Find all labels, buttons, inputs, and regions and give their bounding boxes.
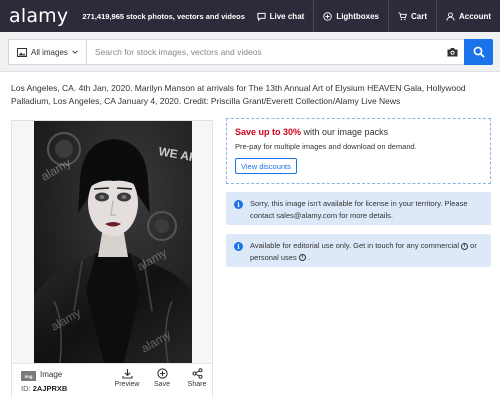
image-panel: WE ARE alamy alamy alamy alamy img Image… — [11, 120, 213, 397]
cart-label: Cart — [410, 11, 427, 21]
territory-notice: i Sorry, this image isn't available for … — [226, 192, 491, 225]
account-label: Account — [459, 11, 491, 21]
plus-circle-icon — [156, 368, 168, 379]
category-label: All images — [31, 47, 68, 57]
editorial-text-3: . — [305, 252, 310, 262]
info-icon: i — [234, 242, 243, 251]
share-icon — [192, 368, 202, 379]
alamy-logo[interactable]: alamy — [9, 5, 68, 27]
search-input[interactable] — [86, 40, 440, 64]
stock-count-tagline: 271,419,965 stock photos, vectors and vi… — [82, 11, 245, 21]
image-type-label: Image — [40, 370, 63, 379]
cart-link[interactable]: Cart — [387, 0, 436, 32]
account-link[interactable]: Account — [436, 0, 500, 32]
search-box: All images — [8, 39, 464, 65]
editorial-notice: i Available for editorial use only. Get … — [226, 234, 491, 267]
plus-circle-icon — [323, 11, 333, 21]
camera-icon — [447, 48, 457, 57]
image-footer: img Image ID: 2AJPRXB Preview Save Share — [12, 363, 212, 397]
save-label: Save — [154, 381, 170, 388]
image-icon — [17, 47, 27, 57]
image-id: ID: 2AJPRXB — [21, 384, 67, 393]
category-select[interactable]: All images — [9, 40, 87, 64]
download-icon — [121, 369, 133, 379]
nav-links: Live chat Lightboxes Cart Account — [248, 0, 500, 32]
cart-icon — [398, 11, 407, 20]
share-button[interactable]: Share — [182, 368, 212, 388]
image-id-value: 2AJPRXB — [32, 384, 68, 393]
info-icon: i — [234, 200, 243, 209]
chat-icon — [257, 12, 266, 21]
stock-photo[interactable]: WE ARE alamy alamy alamy alamy — [34, 121, 192, 363]
image-type-badge: img — [21, 371, 36, 381]
promo-subtitle: Pre-pay for multiple images and download… — [235, 142, 417, 151]
share-label: Share — [187, 381, 207, 388]
lightboxes-link[interactable]: Lightboxes — [313, 0, 388, 32]
editorial-notice-text: Available for editorial use only. Get in… — [250, 240, 485, 263]
preview-label: Preview — [114, 381, 140, 388]
promo-title: Save up to 30% with our image packs — [235, 127, 388, 137]
live-chat-label: Live chat — [269, 11, 305, 21]
promo-highlight: Save up to 30% — [235, 127, 302, 137]
search-icon — [473, 46, 485, 58]
lightboxes-label: Lightboxes — [336, 11, 379, 21]
live-chat-link[interactable]: Live chat — [248, 0, 314, 32]
search-bar: All images — [0, 32, 500, 72]
image-pack-promo: Save up to 30% with our image packs Pre-… — [226, 118, 491, 184]
personal-info-icon[interactable]: i — [298, 254, 306, 262]
image-caption: Los Angeles, CA. 4th Jan, 2020. Marilyn … — [11, 83, 466, 106]
search-button[interactable] — [464, 39, 493, 65]
promo-title-rest: with our image packs — [301, 127, 389, 137]
visual-search-button[interactable] — [440, 47, 464, 57]
territory-notice-text: Sorry, this image isn't available for li… — [250, 199, 468, 220]
editorial-text-1: Available for editorial use only. Get in… — [250, 241, 462, 250]
preview-button[interactable]: Preview — [112, 368, 142, 388]
top-nav: alamy 271,419,965 stock photos, vectors … — [0, 0, 500, 32]
user-icon — [446, 11, 455, 21]
chevron-down-icon — [72, 50, 78, 54]
image-id-label: ID: — [21, 384, 31, 393]
view-discounts-button[interactable]: View discounts — [235, 158, 297, 174]
photo-illustration: WE ARE alamy alamy alamy alamy — [34, 121, 192, 363]
save-button[interactable]: Save — [147, 368, 177, 388]
